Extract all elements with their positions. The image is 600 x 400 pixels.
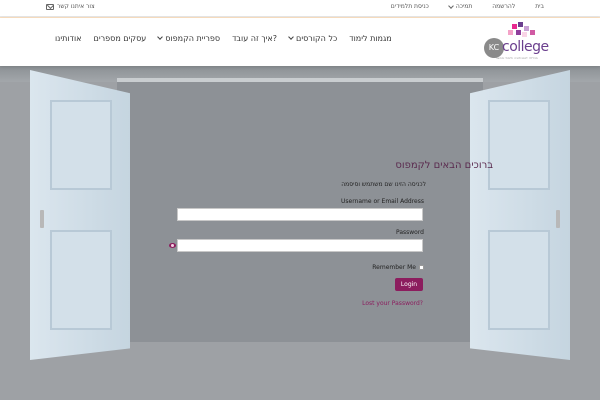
door-panel: [50, 230, 112, 330]
logo-college-text: college: [502, 39, 549, 55]
door-handle: [40, 210, 44, 228]
nav-all-courses[interactable]: כל הקורסים: [288, 34, 338, 43]
logo-kc-circle: KC: [484, 38, 504, 58]
nav-about-label: אודותינו: [55, 34, 82, 43]
top-nav: בית להרשמה תמיכה כניסת תלמידים: [391, 2, 544, 10]
logo-tagline: מכללה לטכנולוגיה ולימודי מחשב: [496, 56, 538, 60]
password-input[interactable]: [177, 239, 423, 252]
welcome-title: ברוכים הבאים לקמפוס: [395, 160, 493, 171]
username-label: Username or Email Address: [341, 198, 424, 205]
logo-square: [516, 30, 521, 35]
door-panel: [50, 100, 112, 190]
logo-square: [518, 22, 523, 27]
top-nav-home[interactable]: בית: [535, 3, 544, 10]
nav-about[interactable]: אודותינו: [55, 34, 82, 43]
logo-square: [512, 24, 517, 29]
top-nav-register[interactable]: להרשמה: [492, 3, 515, 10]
right-door: [470, 70, 570, 360]
main-nav: אודותינו עסקים מספרים ספריית הקמפוס איך …: [55, 34, 392, 43]
door-panel: [488, 100, 550, 190]
login-button[interactable]: Login: [395, 278, 423, 291]
nav-library[interactable]: ספריית הקמפוס: [157, 34, 221, 43]
show-password-eye-icon[interactable]: [169, 243, 176, 248]
site-logo[interactable]: KC college מכללה לטכנולוגיה ולימודי מחשב: [478, 22, 558, 62]
chevron-down-icon: [447, 2, 454, 9]
nav-how-it-works-label: איך זה עובד?: [232, 34, 278, 43]
contact-label: צור איתנו קשר: [57, 3, 95, 10]
main-header: אודותינו עסקים מספרים ספריית הקמפוס איך …: [0, 18, 600, 66]
nav-business-label: עסקים מספרים: [93, 34, 147, 43]
nav-library-label: ספריית הקמפוס: [165, 34, 221, 43]
top-nav-student-login-label: כניסת תלמידים: [390, 3, 429, 10]
contact-link[interactable]: צור איתנו קשר: [46, 3, 95, 10]
top-nav-student-login[interactable]: כניסת תלמידים: [391, 3, 429, 10]
hero-background: [0, 66, 600, 400]
nav-business[interactable]: עסקים מספרים: [94, 34, 147, 43]
door-handle: [556, 210, 560, 228]
top-nav-home-label: בית: [535, 3, 544, 10]
chevron-down-icon: [288, 34, 294, 40]
remember-me-checkbox[interactable]: [419, 265, 424, 270]
door-panel: [488, 230, 550, 330]
left-door: [30, 70, 130, 360]
top-nav-support[interactable]: תמיכה: [447, 2, 473, 10]
top-bar: צור איתנו קשר בית להרשמה תמיכה כניסת תלמ…: [0, 0, 600, 18]
nav-study-tracks-label: מגמות לימוד: [349, 34, 392, 43]
remember-me-label: Remember Me: [372, 264, 416, 271]
remember-me[interactable]: Remember Me: [372, 264, 424, 271]
chevron-down-icon: [157, 34, 164, 40]
password-label: Password: [395, 229, 424, 236]
top-nav-support-label: תמיכה: [455, 3, 473, 10]
mail-icon: [46, 3, 54, 10]
logo-square: [524, 26, 529, 31]
nav-study-tracks[interactable]: מגמות לימוד: [349, 34, 391, 43]
logo-square: [508, 30, 513, 35]
nav-how-it-works[interactable]: איך זה עובד?: [232, 34, 277, 43]
username-input[interactable]: [177, 208, 423, 221]
login-subtitle: לכניסה הזינו שם משתמש וסיסמה: [341, 181, 426, 188]
nav-all-courses-label: כל הקורסים: [296, 34, 338, 43]
top-nav-register-label: להרשמה: [492, 3, 516, 10]
logo-square: [522, 32, 527, 37]
logo-square: [530, 30, 535, 35]
lost-password-link[interactable]: Lost your Password?: [362, 300, 423, 307]
